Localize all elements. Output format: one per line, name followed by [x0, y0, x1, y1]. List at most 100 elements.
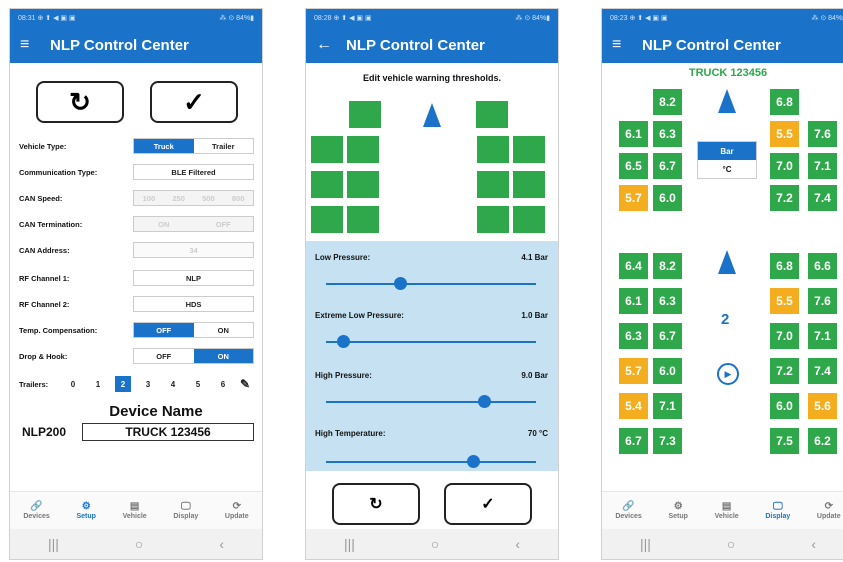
tire-tile-warning[interactable]: 5.5 [770, 121, 799, 147]
vehicle-type-trailer[interactable]: Trailer [193, 139, 254, 153]
nav-devices[interactable]: 🔗 Devices [615, 501, 641, 520]
high-temp-knob[interactable] [467, 455, 480, 468]
tire-tile[interactable]: 6.0 [653, 185, 682, 211]
tire-slot[interactable] [513, 171, 545, 198]
edit-icon[interactable]: ✎ [237, 376, 253, 392]
tire-tile[interactable]: 7.2 [770, 358, 799, 384]
tire-slot[interactable] [347, 171, 379, 198]
tire-tile[interactable]: 7.4 [808, 185, 837, 211]
tire-tile-warning[interactable]: 5.7 [619, 358, 648, 384]
tire-tile[interactable]: 7.1 [808, 153, 837, 179]
can-speed-100[interactable]: 100 [134, 191, 164, 205]
tire-tile[interactable]: 6.6 [808, 253, 837, 279]
trailer-option[interactable]: 6 [215, 376, 231, 392]
confirm-button[interactable]: ✓ [444, 483, 532, 525]
tire-tile[interactable]: 7.6 [808, 288, 837, 314]
temp-comp-on[interactable]: ON [193, 323, 254, 337]
tire-tile[interactable]: 7.3 [653, 428, 682, 454]
tire-tile[interactable]: 7.6 [808, 121, 837, 147]
drop-hook-on[interactable]: ON [193, 349, 254, 363]
can-speed-800[interactable]: 800 [223, 191, 254, 205]
nav-display[interactable]: 🖵 Display [765, 501, 790, 520]
tire-tile[interactable]: 6.3 [653, 288, 682, 314]
nav-display[interactable]: 🖵 Display [173, 501, 198, 520]
rf2-select[interactable]: HDS [133, 296, 254, 312]
tire-slot[interactable] [477, 206, 509, 233]
tire-tile[interactable]: 6.0 [770, 393, 799, 419]
extreme-low-knob[interactable] [336, 335, 350, 348]
recents-icon[interactable]: ||| [48, 536, 59, 552]
tire-tile[interactable]: 6.3 [619, 323, 648, 349]
home-icon[interactable]: ○ [135, 536, 143, 552]
tire-slot[interactable] [311, 136, 343, 163]
tire-tile-warning[interactable]: 5.5 [770, 288, 799, 314]
tire-tile[interactable]: 6.8 [770, 89, 799, 115]
tire-tile[interactable]: 8.2 [653, 253, 682, 279]
comm-type-select[interactable]: BLE Filtered [133, 164, 254, 180]
can-address-field[interactable]: 34 [133, 242, 254, 258]
trailer-option[interactable]: 0 [65, 376, 81, 392]
nav-setup[interactable]: ⚙ Setup [668, 501, 687, 520]
device-name-field[interactable]: TRUCK 123456 [82, 423, 254, 441]
tire-tile[interactable]: 7.0 [770, 153, 799, 179]
trailer-option[interactable]: 1 [90, 376, 106, 392]
tire-slot[interactable] [513, 206, 545, 233]
nav-vehicle[interactable]: ▤ Vehicle [123, 501, 147, 520]
extreme-low-slider[interactable] [326, 335, 536, 348]
drop-hook-off[interactable]: OFF [134, 349, 194, 363]
refresh-button[interactable]: ↻ [332, 483, 420, 525]
tire-tile[interactable]: 7.1 [808, 323, 837, 349]
home-icon[interactable]: ○ [431, 536, 439, 552]
can-term-on[interactable]: ON [134, 217, 194, 231]
menu-icon[interactable]: ≡ [612, 36, 642, 54]
trailer-option-selected[interactable]: 2 [115, 376, 131, 392]
play-button[interactable]: ▶ [717, 363, 739, 385]
nav-update[interactable]: ⟳ Update [225, 501, 249, 520]
nav-setup[interactable]: ⚙ Setup [76, 501, 95, 520]
tire-slot[interactable] [477, 136, 509, 163]
tire-slot[interactable] [477, 171, 509, 198]
back-arrow-icon[interactable]: ← [316, 36, 346, 54]
nav-update[interactable]: ⟳ Update [817, 501, 841, 520]
tire-tile[interactable]: 6.3 [653, 121, 682, 147]
tire-tile[interactable]: 7.1 [653, 393, 682, 419]
tire-tile[interactable]: 7.4 [808, 358, 837, 384]
tire-tile[interactable]: 7.0 [770, 323, 799, 349]
tire-slot[interactable] [349, 101, 381, 128]
confirm-button[interactable]: ✓ [150, 81, 238, 123]
back-icon[interactable]: ‹ [219, 536, 224, 552]
recents-icon[interactable]: ||| [640, 536, 651, 552]
low-pressure-slider[interactable] [326, 277, 536, 290]
unit-celsius-option[interactable]: °C [698, 160, 756, 178]
can-term-off[interactable]: OFF [193, 217, 254, 231]
tire-tile[interactable]: 6.5 [619, 153, 648, 179]
tire-tile[interactable]: 7.5 [770, 428, 799, 454]
tire-slot[interactable] [311, 171, 343, 198]
tire-tile[interactable]: 6.7 [653, 153, 682, 179]
high-pressure-slider[interactable] [326, 395, 536, 408]
tire-tile[interactable]: 6.2 [808, 428, 837, 454]
back-icon[interactable]: ‹ [515, 536, 520, 552]
tire-slot[interactable] [347, 136, 379, 163]
high-pressure-knob[interactable] [477, 395, 491, 408]
back-icon[interactable]: ‹ [811, 536, 816, 552]
tire-tile[interactable]: 6.8 [770, 253, 799, 279]
tire-slot[interactable] [476, 101, 508, 128]
nav-vehicle[interactable]: ▤ Vehicle [715, 501, 739, 520]
tire-tile[interactable]: 6.1 [619, 121, 648, 147]
tire-slot[interactable] [311, 206, 343, 233]
can-speed-500[interactable]: 500 [193, 191, 224, 205]
trailer-option[interactable]: 5 [190, 376, 206, 392]
can-speed-250[interactable]: 250 [163, 191, 194, 205]
tire-slot[interactable] [513, 136, 545, 163]
high-temp-slider[interactable] [326, 455, 536, 468]
recents-icon[interactable]: ||| [344, 536, 355, 552]
low-pressure-knob[interactable] [393, 277, 407, 290]
unit-bar-option[interactable]: Bar [698, 142, 756, 160]
tire-tile[interactable]: 6.1 [619, 288, 648, 314]
tire-tile[interactable]: 6.0 [653, 358, 682, 384]
tire-tile[interactable]: 6.4 [619, 253, 648, 279]
tire-tile-warning[interactable]: 5.7 [619, 185, 648, 211]
temp-comp-off[interactable]: OFF [134, 323, 194, 337]
tire-tile[interactable]: 6.7 [653, 323, 682, 349]
